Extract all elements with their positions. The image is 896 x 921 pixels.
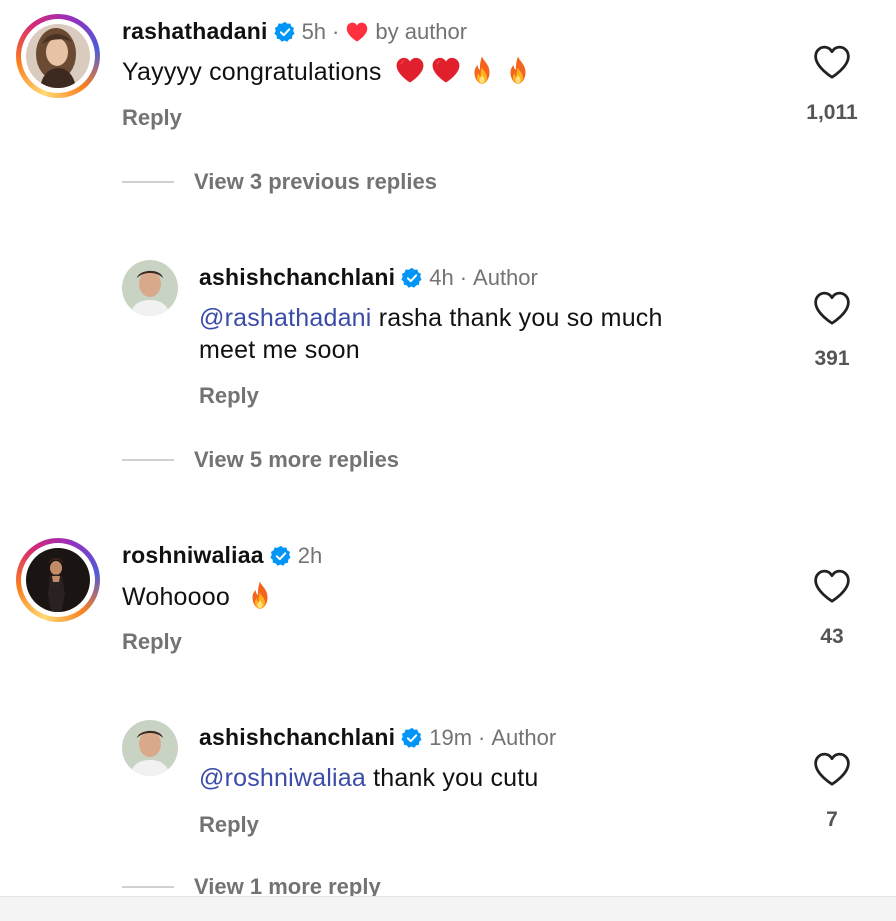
timestamp: 19m [429, 724, 473, 750]
comment-header: ashishchanchlani 4h · Author [199, 264, 538, 291]
divider [122, 181, 174, 183]
separator: · [478, 724, 486, 750]
timestamp: 4h [429, 264, 454, 290]
username[interactable]: ashishchanchlani [199, 724, 395, 751]
divider [122, 459, 174, 461]
view-previous-replies-button[interactable]: View 3 previous replies [122, 169, 437, 195]
verified-badge-icon [401, 267, 423, 289]
heart-outline-icon[interactable] [812, 751, 852, 787]
separator: · [332, 18, 340, 44]
avatar-photo [26, 548, 90, 612]
reply-button[interactable]: Reply [199, 383, 259, 409]
verified-badge-icon [274, 21, 296, 43]
comment-body: thank you cutu [365, 764, 539, 792]
comment-header: rashathadani 5h · by author [122, 18, 467, 45]
mention-link[interactable]: @roshniwaliaa [199, 764, 366, 792]
comment-header: roshniwaliaa 2h [122, 542, 322, 569]
avatar-photo [122, 720, 178, 776]
timestamp: 5h [301, 18, 327, 44]
like-count[interactable]: 7 [787, 808, 877, 832]
fire-emoji [467, 55, 497, 85]
timestamp: 2h [297, 542, 323, 568]
mention-link[interactable]: @rashathadani [199, 304, 372, 332]
bottom-edge [0, 896, 896, 921]
fire-emoji [503, 55, 533, 85]
comment-body-line2: meet me soon [199, 336, 360, 364]
divider [122, 886, 174, 888]
comment-text: @rashathadani rasha thank you so much me… [199, 302, 663, 366]
author-badge: Author [491, 724, 557, 750]
heart-outline-icon[interactable] [812, 44, 852, 80]
comment-body: rasha thank you so much [371, 304, 663, 332]
verified-badge-icon [401, 727, 423, 749]
avatar-ashishchanchlani[interactable] [122, 260, 178, 316]
red-heart-emoji [395, 55, 425, 85]
reply-button[interactable]: Reply [122, 629, 182, 655]
reply-button[interactable]: Reply [122, 105, 182, 131]
heart-outline-icon[interactable] [812, 568, 852, 604]
like-count[interactable]: 1,011 [787, 101, 877, 125]
comment-body: Yayyyy congratulations [122, 58, 382, 86]
fire-emoji [245, 580, 275, 610]
avatar-rashathadani[interactable] [16, 14, 100, 98]
username[interactable]: rashathadani [122, 18, 268, 45]
like-count[interactable]: 43 [787, 625, 877, 649]
author-badge: Author [473, 264, 538, 290]
heart-filled-icon [345, 21, 369, 43]
view-replies-label: View 5 more replies [194, 447, 400, 472]
comment-text: @roshniwaliaa thank you cutu [199, 762, 539, 794]
comment-text: Wohoooo [122, 580, 275, 613]
username[interactable]: ashishchanchlani [199, 264, 395, 291]
view-more-replies-button[interactable]: View 5 more replies [122, 447, 399, 473]
heart-outline-icon[interactable] [812, 290, 852, 326]
like-count[interactable]: 391 [787, 347, 877, 371]
username[interactable]: roshniwaliaa [122, 542, 264, 569]
reply-button[interactable]: Reply [199, 812, 259, 838]
comment-body: Wohoooo [122, 583, 230, 611]
comment-text: Yayyyy congratulations [122, 55, 533, 88]
avatar-roshniwaliaa[interactable] [16, 538, 100, 622]
separator: · [459, 264, 468, 290]
liked-by-author-label: by author [375, 18, 468, 44]
comment-header: ashishchanchlani 19m · Author [199, 724, 556, 751]
view-replies-label: View 3 previous replies [194, 169, 437, 194]
verified-badge-icon [270, 545, 292, 567]
avatar-ashishchanchlani[interactable] [122, 720, 178, 776]
avatar-photo [26, 24, 90, 88]
avatar-photo [122, 260, 178, 316]
red-heart-emoji [431, 55, 461, 85]
